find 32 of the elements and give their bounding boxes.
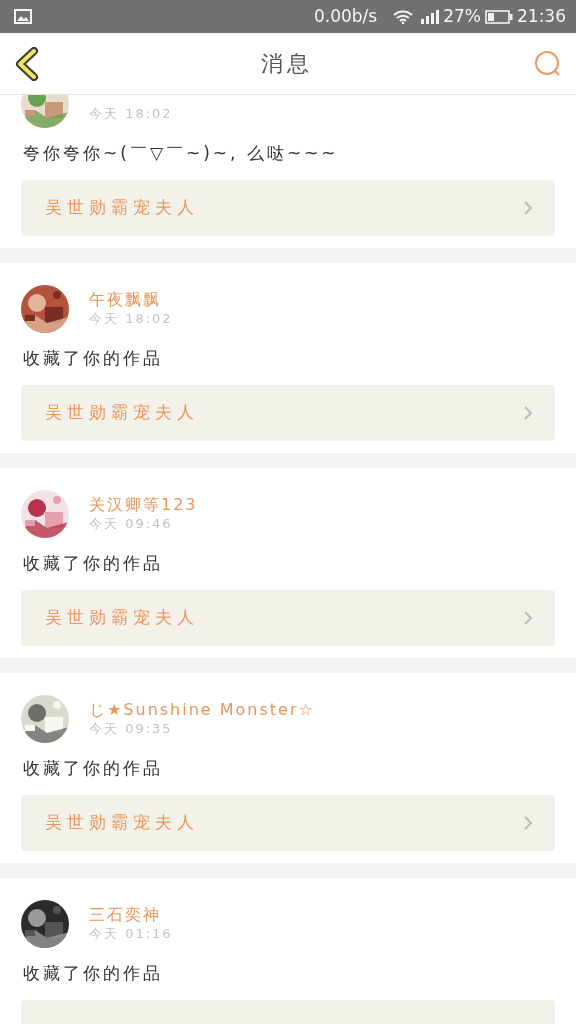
search-icon[interactable] bbox=[534, 49, 562, 78]
work-link[interactable]: 吴世勋霸宠夫人 bbox=[21, 795, 555, 851]
work-link[interactable]: 吴世勋霸宠夫人 bbox=[21, 180, 555, 236]
battery-icon bbox=[485, 9, 513, 24]
timestamp: 今天 18:02 bbox=[89, 105, 173, 123]
timestamp: 今天 09:35 bbox=[89, 720, 174, 738]
message-text: 收藏了你的作品 bbox=[23, 757, 164, 780]
network-speed: 0.00b/s bbox=[313, 4, 378, 28]
clock: 21:36 bbox=[517, 4, 566, 28]
work-link[interactable]: 吴世勋霸宠夫人 bbox=[21, 385, 555, 441]
image-icon bbox=[14, 9, 32, 24]
user-name[interactable]: 午夜飘飘 bbox=[89, 290, 173, 310]
chevron-icon bbox=[523, 815, 533, 831]
chevron-icon bbox=[523, 200, 533, 216]
message-text: 夸你夸你~(￣▽￣~)~, 么哒~~~ bbox=[23, 142, 340, 165]
user-name[interactable]: 关汉卿等123 bbox=[89, 495, 198, 515]
battery-percent: 27% bbox=[443, 4, 481, 28]
user-name[interactable]: 三石奕神 bbox=[89, 905, 173, 925]
timestamp: 今天 18:02 bbox=[89, 310, 173, 328]
timestamp: 今天 01:16 bbox=[89, 925, 173, 943]
chevron-icon bbox=[523, 405, 533, 421]
user-name[interactable]: じ★Sunshine Monster☆ bbox=[89, 700, 315, 720]
wifi-icon bbox=[393, 9, 414, 24]
message-text: 收藏了你的作品 bbox=[23, 552, 164, 575]
message-text: 收藏了你的作品 bbox=[23, 347, 164, 370]
back-icon[interactable] bbox=[14, 46, 40, 81]
page-title: 消息 bbox=[261, 50, 313, 78]
timestamp: 今天 09:46 bbox=[89, 515, 174, 533]
chevron-icon bbox=[523, 610, 533, 626]
message-text: 收藏了你的作品 bbox=[23, 962, 164, 985]
work-link[interactable]: 吴世勋霸宠夫人 bbox=[21, 590, 555, 646]
signal-icon bbox=[421, 9, 440, 24]
